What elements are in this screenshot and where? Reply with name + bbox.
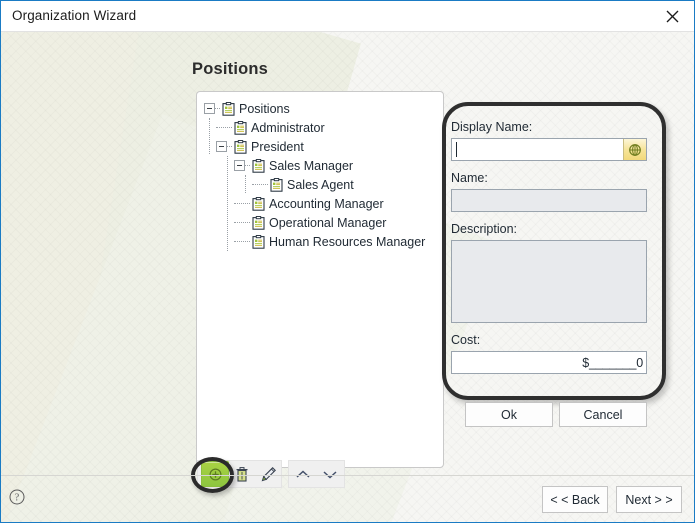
title-bar: Organization Wizard [1, 1, 694, 32]
tree-node[interactable]: President [204, 137, 441, 156]
clipboard-icon [252, 215, 265, 230]
tree-connector-line [209, 118, 210, 154]
clipboard-icon [222, 101, 235, 116]
clipboard-icon [252, 234, 265, 249]
clipboard-icon [252, 158, 265, 173]
tree-node-label: Sales Agent [287, 177, 354, 192]
position-details-form: Display Name: Name: Description: Cost: $… [451, 120, 647, 374]
ok-button[interactable]: Ok [465, 402, 553, 427]
clipboard-icon [270, 177, 283, 192]
clipboard-icon [234, 139, 247, 154]
next-button[interactable]: Next > > [616, 486, 682, 513]
clipboard-icon [222, 101, 235, 116]
cancel-button[interactable]: Cancel [559, 402, 647, 427]
question-mark-icon[interactable]: ? [9, 489, 25, 505]
tree-node-label: Human Resources Manager [269, 234, 426, 249]
window-title: Organization Wizard [12, 8, 137, 23]
tree-node[interactable]: Human Resources Manager [204, 232, 441, 251]
back-button[interactable]: < < Back [542, 486, 608, 513]
tree-connector-line [234, 240, 250, 243]
globe-icon[interactable] [623, 139, 646, 160]
text-caret [456, 142, 457, 157]
tree-node[interactable]: Positions [204, 99, 441, 118]
tree-node-label: President [251, 139, 304, 154]
display-name-input[interactable] [451, 138, 647, 161]
description-textarea[interactable] [451, 240, 647, 323]
display-name-label: Display Name: [451, 120, 533, 134]
clipboard-icon [252, 215, 265, 230]
organization-wizard-window: Organization Wizard Positions Positions A… [0, 0, 695, 523]
tree-node-label: Sales Manager [269, 158, 354, 173]
clipboard-icon [252, 196, 265, 211]
tree-node-label: Positions [239, 101, 290, 116]
close-icon[interactable] [650, 1, 694, 31]
clipboard-icon [252, 196, 265, 211]
tree-connector-line [234, 202, 250, 205]
tree-node-label: Accounting Manager [269, 196, 384, 211]
tree-connector-line [252, 183, 268, 186]
background-watermark-shape-2 [1, 32, 140, 522]
svg-text:?: ? [15, 493, 20, 504]
tree-connector-line [216, 126, 232, 129]
tree-node[interactable]: Sales Agent [204, 175, 441, 194]
tree-expander-collapse-icon[interactable] [204, 103, 215, 114]
tree-node-label: Administrator [251, 120, 325, 135]
tree-node-label: Operational Manager [269, 215, 387, 230]
tree-node[interactable]: Accounting Manager [204, 194, 441, 213]
page-title: Positions [192, 60, 269, 78]
positions-tree-panel[interactable]: Positions Administrator President Sales Man… [196, 91, 444, 468]
positions-tree[interactable]: Positions Administrator President Sales Man… [204, 99, 441, 251]
name-label: Name: [451, 171, 488, 185]
clipboard-icon [234, 120, 247, 135]
tree-connector-line [227, 156, 228, 251]
wizard-content: Positions Positions Administrator Presiden… [1, 32, 694, 522]
tree-connector-line [227, 145, 232, 148]
tree-node[interactable]: Sales Manager [204, 156, 441, 175]
clipboard-icon [252, 234, 265, 249]
tree-node[interactable]: Operational Manager [204, 213, 441, 232]
wizard-footer: ? < < Back Next > > [1, 475, 694, 522]
tree-expander-collapse-icon[interactable] [216, 141, 227, 152]
tree-connector-line [245, 164, 250, 167]
tree-expander-collapse-icon[interactable] [234, 160, 245, 171]
clipboard-icon [270, 177, 283, 192]
tree-connector-line [234, 221, 250, 224]
clipboard-icon [234, 120, 247, 135]
name-input[interactable] [451, 189, 647, 212]
description-label: Description: [451, 222, 517, 236]
cost-input[interactable]: $_______0 [451, 351, 647, 374]
clipboard-icon [234, 139, 247, 154]
tree-node[interactable]: Administrator [204, 118, 441, 137]
clipboard-icon [252, 158, 265, 173]
tree-connector-line [245, 175, 246, 193]
cost-label: Cost: [451, 333, 481, 347]
tree-connector-line [215, 107, 220, 110]
